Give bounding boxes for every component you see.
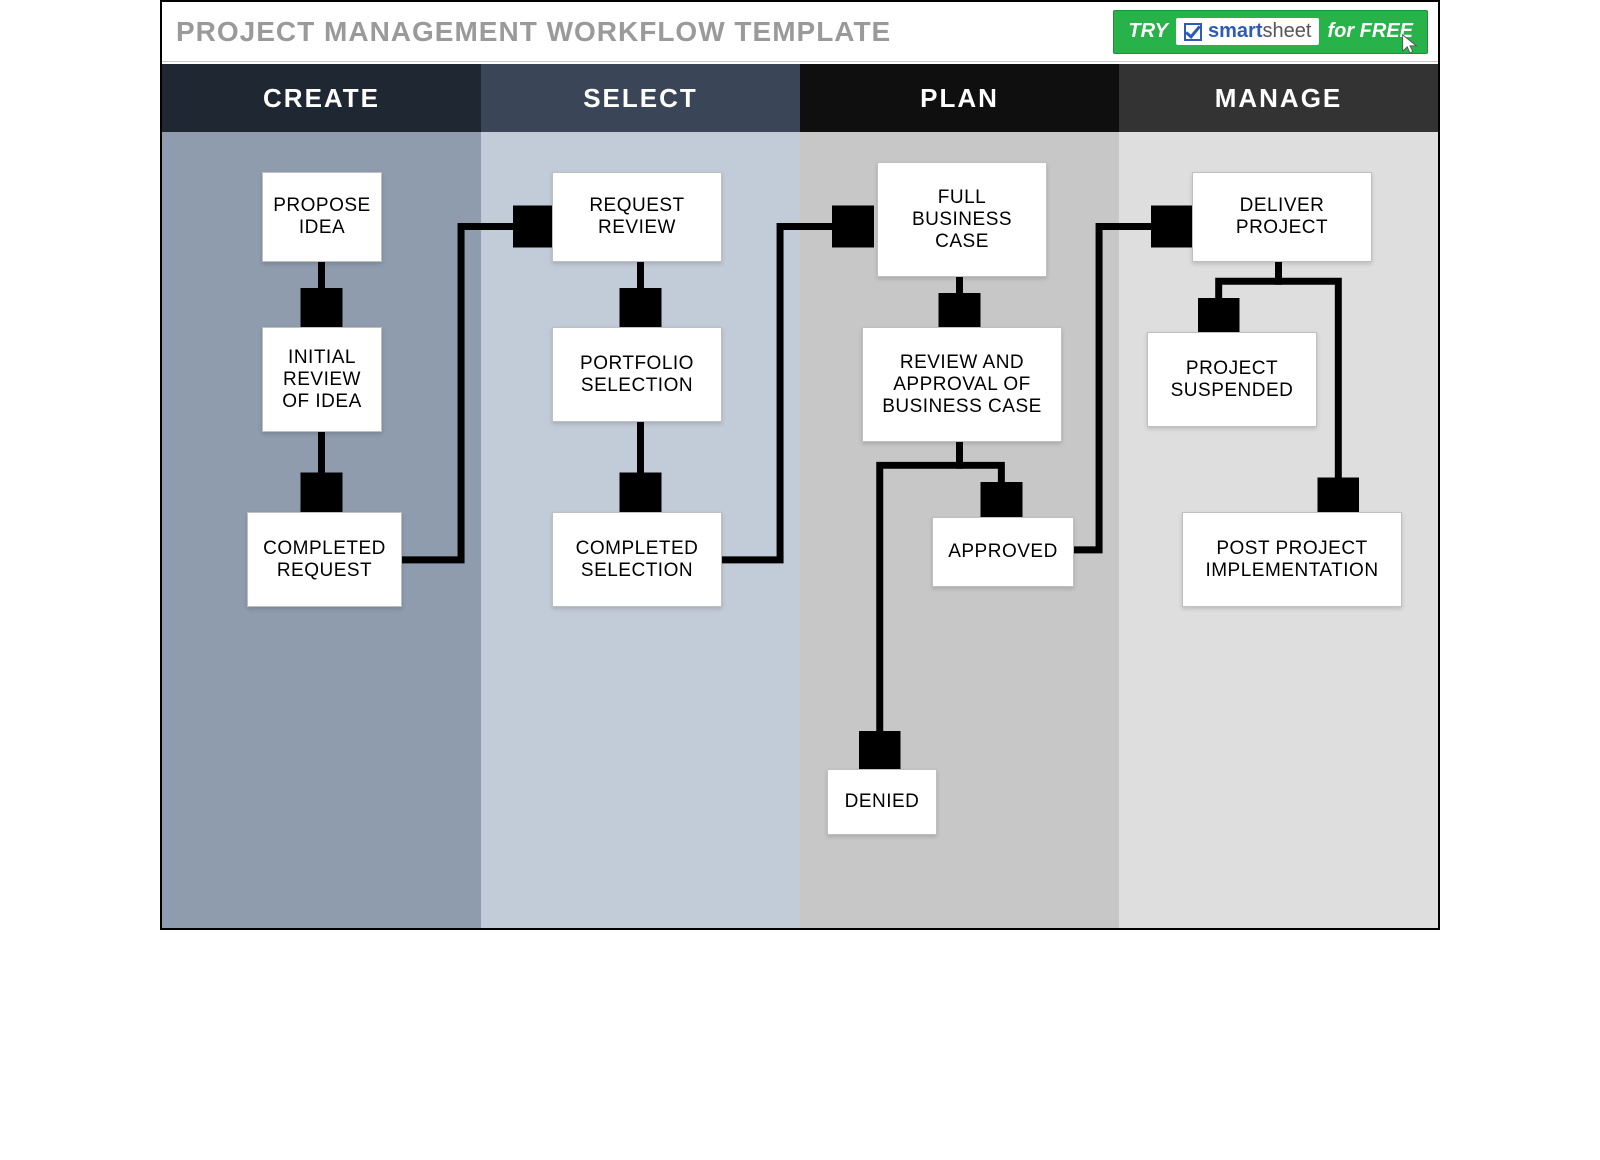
header-bar: PROJECT MANAGEMENT WORKFLOW TEMPLATE TRY… [162, 2, 1438, 62]
box-propose-idea: PROPOSE IDEA [262, 172, 382, 262]
box-denied: DENIED [827, 769, 937, 835]
lane-header-manage: MANAGE [1119, 64, 1438, 132]
lane-header-plan: PLAN [800, 64, 1119, 132]
box-deliver-project: DELIVER PROJECT [1192, 172, 1372, 262]
workflow-canvas: PROPOSE IDEA INITIAL REVIEW OF IDEA COMP… [162, 132, 1438, 928]
box-project-suspended: PROJECT SUSPENDED [1147, 332, 1317, 427]
box-request-review: REQUEST REVIEW [552, 172, 722, 262]
brand-smart: smart [1208, 20, 1262, 42]
box-portfolio-selection: PORTFOLIO SELECTION [552, 327, 722, 422]
cta-try-text: TRY [1128, 20, 1168, 43]
box-completed-request: COMPLETED REQUEST [247, 512, 402, 607]
page-title: PROJECT MANAGEMENT WORKFLOW TEMPLATE [176, 16, 891, 48]
box-initial-review: INITIAL REVIEW OF IDEA [262, 327, 382, 432]
checkmark-icon [1184, 23, 1202, 41]
box-review-approval: REVIEW AND APPROVAL OF BUSINESS CASE [862, 327, 1062, 442]
smartsheet-brand-badge: smartsheet [1176, 18, 1319, 45]
box-completed-selection: COMPLETED SELECTION [552, 512, 722, 607]
box-full-business-case: FULL BUSINESS CASE [877, 162, 1047, 277]
diagram-frame: PROJECT MANAGEMENT WORKFLOW TEMPLATE TRY… [160, 0, 1440, 930]
lane-header-create: CREATE [162, 64, 481, 132]
try-smartsheet-button[interactable]: TRY smartsheet for FREE [1113, 10, 1428, 54]
lane-header-select: SELECT [481, 64, 800, 132]
box-post-project: POST PROJECT IMPLEMENTATION [1182, 512, 1402, 607]
box-approved: APPROVED [932, 517, 1074, 587]
brand-sheet: sheet [1263, 20, 1312, 42]
cursor-icon [1399, 33, 1421, 55]
